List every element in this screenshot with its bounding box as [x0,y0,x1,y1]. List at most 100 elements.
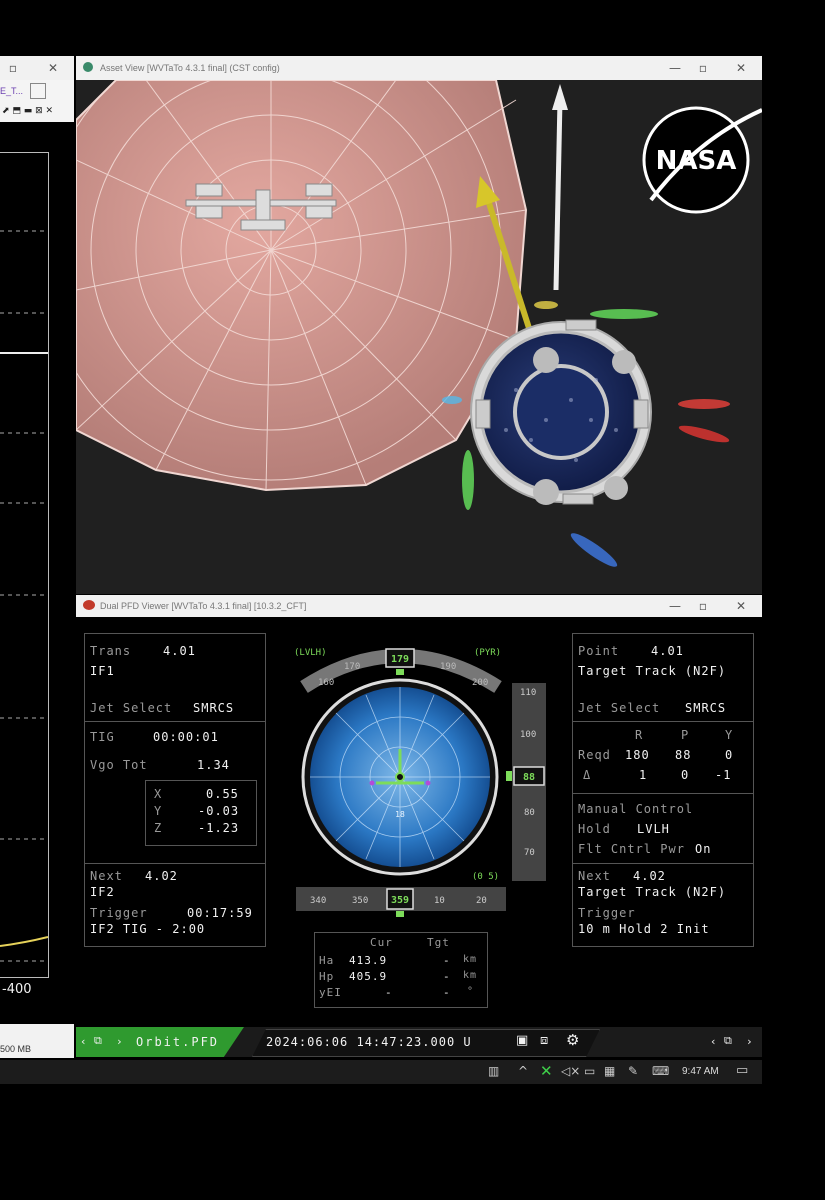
minimize-icon[interactable]: — [664,59,686,77]
hold-value: LVLH [637,822,670,836]
maximize-icon[interactable]: ▫ [692,597,714,615]
x-app-icon[interactable]: ✕ [540,1062,553,1080]
frame-label: (LVLH) [294,648,327,658]
roll-tick-20: 20 [476,896,487,906]
reqd-label: Reqd [578,748,611,762]
next-value: 4.02 [145,869,178,883]
orbit-row-hp-unit: km [463,970,478,981]
heading-tick-160: 160 [318,678,334,688]
delta-y: -1 [715,768,732,782]
comp-y-label: Y [154,804,163,818]
chevron-up-icon[interactable]: ^ [518,1064,528,1078]
flt-cntrl-value: On [695,842,712,856]
pitch-tick-80: 80 [524,808,535,818]
trigger-value: 00:17:59 [187,906,253,920]
next-label: Next [90,869,123,883]
flt-cntrl-label: Flt Cntrl Pwr [578,842,685,856]
trash-icon[interactable]: ▥ [488,1064,499,1078]
orbit-row-ha-tgt: - [443,954,451,967]
memory-label: 500 MB [0,1044,32,1054]
orbit-row-yei-cur: - [385,986,393,999]
capsule-model [470,319,652,505]
roll-tick-10: 10 [434,896,445,906]
left-chart-svg [0,230,48,962]
left-window-tab[interactable]: E_T... [0,86,23,96]
adi-display: 160 170 190 200 179 (LVLH) (PYR) 18 110 … [294,648,546,917]
maximize-icon[interactable]: ▫ [692,59,714,77]
pfd-bottom-bar: ‹ ⧉ › Orbit.PFD 2024:06:06 14:47:23.000 … [76,1027,762,1057]
right-next-value: 4.02 [633,869,666,883]
trigger-desc: IF2 TIG - 2:00 [90,922,206,936]
mode-label: (PYR) [474,648,501,658]
jet-select-value: SMRCS [193,701,235,715]
close-icon[interactable]: ✕ [730,597,752,615]
hold-label: Hold [578,822,611,836]
comp-z-label: Z [154,821,163,835]
point-label: Point [578,644,620,658]
trans-panel: Trans 4.01 IF1 Jet Select SMRCS [84,633,266,723]
heading-tick-200: 200 [472,678,488,688]
notification-icon[interactable]: ▭ [736,1063,748,1078]
point-value: 4.01 [651,644,684,658]
pen-icon[interactable]: ✎ [628,1064,638,1078]
close-icon[interactable]: ✕ [42,59,64,77]
monitor-icon[interactable]: ▣ [516,1033,529,1048]
close-icon[interactable]: ✕ [730,59,752,77]
delta-p: 0 [681,768,690,782]
tig-panel: TIG 00:00:01 Vgo Tot 1.34 X 0.55 Y -0.03… [84,721,266,865]
right-back-icon[interactable]: ‹ [710,1035,718,1048]
pitch-tick-110: 110 [520,688,536,698]
keyboard-icon[interactable]: ⌨ [652,1064,669,1078]
nav-forward-icon[interactable]: › [116,1035,124,1048]
next-panel-right: Next 4.02 Target Track (N2F) Trigger 10 … [572,863,754,947]
comp-x-label: X [154,787,163,801]
right-trigger-label: Trigger [578,906,636,920]
delta-label: Δ [583,768,592,782]
reqd-y: 0 [725,748,734,762]
settings-gear-icon[interactable]: ⚙ [566,1031,580,1049]
vgo-value: 1.34 [197,758,230,772]
asset-view-titlebar: Asset View [WVTaTo 4.3.1 final] (CST con… [76,56,762,80]
network-icon[interactable]: ⧈ [540,1033,549,1048]
trans-value: 4.01 [163,644,196,658]
roll-tick-340: 340 [310,896,326,906]
right-window-icon: ⧉ [724,1034,733,1047]
maximize-icon[interactable]: ▫ [2,59,24,77]
pfd-title: Dual PFD Viewer [WVTaTo 4.3.1 final] [10… [100,601,307,611]
nasa-logo-text: NASA [656,146,737,176]
ball-label: 18 [395,810,405,819]
left-window-titlebar: ▫ ✕ [0,56,74,80]
nav-back-icon[interactable]: ‹ [80,1035,88,1048]
vgo-label: Vgo Tot [90,758,148,772]
asset-view-window: Asset View [WVTaTo 4.3.1 final] (CST con… [76,56,762,594]
minimize-icon[interactable]: — [664,597,686,615]
right-jet-select-label: Jet Select [578,701,661,715]
next-panel-left: Next 4.02 IF2 Trigger 00:17:59 IF2 TIG -… [84,863,266,947]
toolbar-icons[interactable]: ⬈ ⬒ ▬ ⊠ ✕ [2,106,53,116]
pitch-value: 88 [523,772,535,783]
orbit-row-hp-label: Hp [319,970,335,983]
trans-mode: IF1 [90,664,115,678]
nav-label: Orbit.PFD [136,1035,220,1049]
next-mode: IF2 [90,885,115,899]
grid-icon[interactable] [30,83,46,99]
clock-time[interactable]: 9:47 AM [682,1066,719,1077]
left-chart-area [0,152,49,978]
roll-value: 359 [391,895,409,906]
apps-grid-icon[interactable]: ▦ [604,1064,615,1078]
reqd-p: 88 [675,748,692,762]
manual-control-panel: Manual Control Hold LVLH Flt Cntrl Pwr O… [572,793,754,865]
timestamp: 2024:06:06 14:47:23.000 U [266,1035,472,1049]
left-axis-tick: -400 [2,982,32,997]
volume-mute-icon[interactable]: ◁× [561,1064,580,1078]
att-hdr-r: R [635,728,644,742]
right-forward-icon[interactable]: › [746,1035,754,1048]
pitch-tick-100: 100 [520,730,536,740]
heading-tick-190: 190 [440,662,456,672]
orbit-row-hp-tgt: - [443,970,451,983]
comp-y-value: -0.03 [198,804,240,818]
point-panel: Point 4.01 Target Track (N2F) Jet Select… [572,633,754,723]
orbit-table: Cur Tgt Ha 413.9 - km Hp 405.9 - km yEI … [314,932,488,1008]
asset-view-title: Asset View [WVTaTo 4.3.1 final] (CST con… [100,63,280,73]
display-icon[interactable]: ▭ [584,1064,595,1078]
